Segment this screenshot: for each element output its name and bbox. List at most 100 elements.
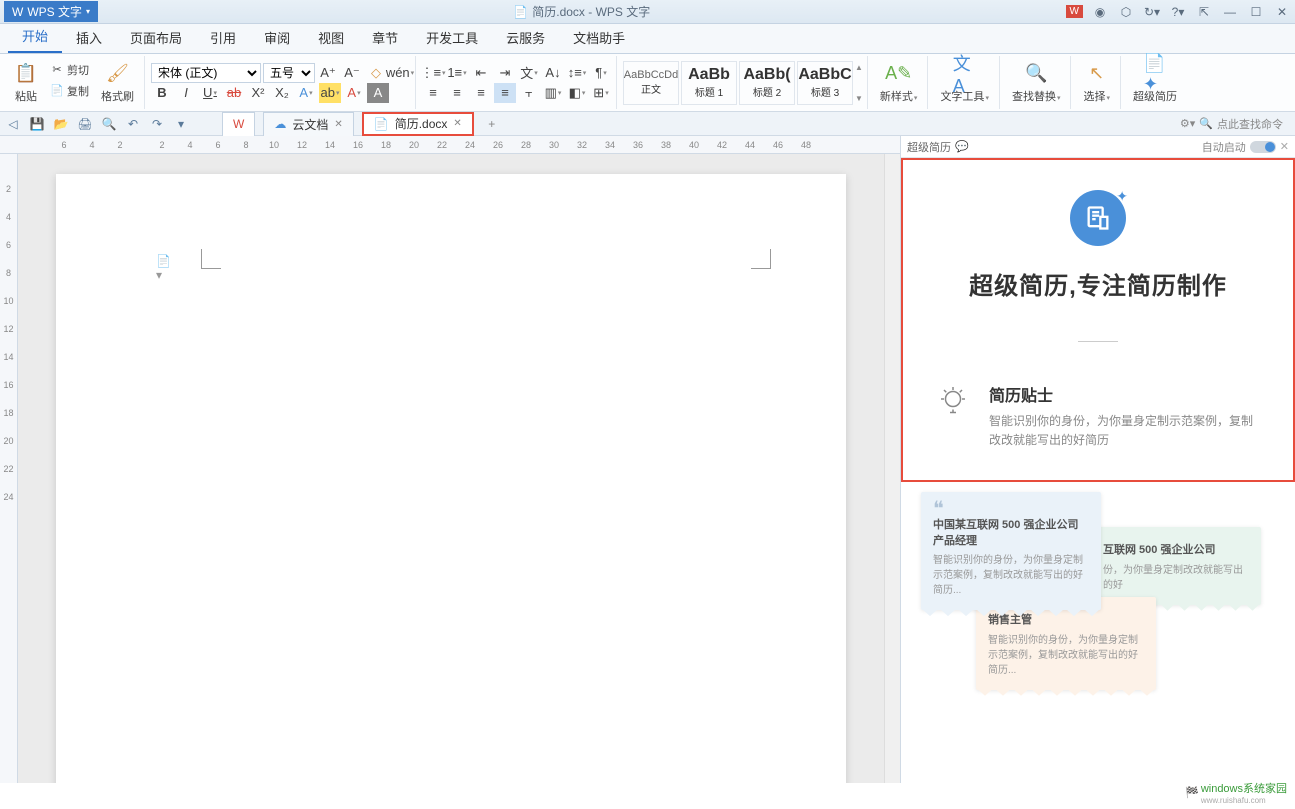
globe-icon[interactable]: ◉ [1091, 3, 1109, 21]
auto-start-toggle[interactable]: 自动启动 ✕ [1202, 139, 1289, 155]
open-button[interactable]: 📂 [52, 115, 70, 133]
phonetic-button[interactable]: wén▾ [389, 63, 411, 83]
nav-back-button[interactable]: ◁ [4, 115, 22, 133]
font-color-button[interactable]: A▾ [343, 83, 365, 103]
command-search[interactable]: ⚙▾ 🔍 点此查找命令 [1180, 116, 1291, 132]
chat-icon[interactable]: 💬 [955, 140, 969, 153]
cloud-docs-tab[interactable]: ☁ 云文档 ✕ [263, 112, 353, 136]
redo-button[interactable]: ↷ [148, 115, 166, 133]
subscript-button[interactable]: X₂ [271, 83, 293, 103]
home-tab[interactable]: W [222, 112, 255, 136]
cut-button[interactable]: ✂剪切 [46, 60, 93, 80]
select-button[interactable]: ↖选择▾ [1077, 60, 1116, 106]
show-marks-button[interactable]: ¶▾ [590, 63, 612, 83]
borders-button[interactable]: ⊞▾ [590, 83, 612, 103]
super-resume-button[interactable]: 📄✦超级简历 [1127, 60, 1183, 106]
font-color-outline-button[interactable]: A▾ [295, 83, 317, 103]
sync-icon[interactable]: ↻▾ [1143, 3, 1161, 21]
align-right-button[interactable]: ≡ [470, 83, 492, 103]
menu-doc-assistant[interactable]: 文档助手 [559, 22, 639, 53]
print-button[interactable]: 🖨 [76, 115, 94, 133]
char-shading-button[interactable]: A [367, 83, 389, 103]
increase-font-button[interactable]: A⁺ [317, 63, 339, 83]
hex-icon[interactable]: ⬡ [1117, 3, 1135, 21]
menu-insert[interactable]: 插入 [62, 22, 116, 53]
qab-dropdown[interactable]: ▾ [172, 115, 190, 133]
vertical-ruler[interactable]: 2 4 6 8 10 12 14 16 18 20 22 24 [0, 154, 18, 783]
underline-button[interactable]: U▾ [199, 83, 221, 103]
superscript-button[interactable]: X² [247, 83, 269, 103]
strikethrough-button[interactable]: ab [223, 83, 245, 103]
document-tab[interactable]: 📄 简历.docx ✕ [362, 112, 474, 136]
menu-review[interactable]: 审阅 [250, 22, 304, 53]
line-spacing-button[interactable]: ↕≡▾ [566, 63, 588, 83]
maximize-button[interactable]: ☐ [1247, 3, 1265, 21]
close-icon[interactable]: ✕ [334, 119, 342, 130]
horizontal-ruler[interactable]: 6 4 2 2 4 6 8 10 12 14 16 18 20 22 24 26… [0, 136, 900, 154]
distribute-button[interactable]: ⫟ [518, 83, 540, 103]
sort-button[interactable]: A↓ [542, 63, 564, 83]
font-family-select[interactable]: 宋体 (正文) [151, 63, 261, 83]
restore-up-icon[interactable]: ⇱ [1195, 3, 1213, 21]
toggle-switch[interactable] [1250, 141, 1276, 153]
align-center-button[interactable]: ≡ [446, 83, 468, 103]
app-menu[interactable]: W WPS 文字 ▾ [4, 1, 98, 22]
decrease-font-button[interactable]: A⁻ [341, 63, 363, 83]
style-heading1[interactable]: AaBb标题 1 [681, 61, 737, 105]
save-button[interactable]: 💾 [28, 115, 46, 133]
help-icon[interactable]: ?▾ [1169, 3, 1187, 21]
format-painter-button[interactable]: 🖌 格式刷 [95, 60, 140, 106]
bullets-button[interactable]: ⋮≡▾ [422, 63, 444, 83]
menu-dev-tools[interactable]: 开发工具 [412, 22, 492, 53]
menu-references[interactable]: 引用 [196, 22, 250, 53]
numbering-button[interactable]: 1≡▾ [446, 63, 468, 83]
paste-button[interactable]: 📋 粘贴 [8, 60, 44, 106]
close-button[interactable]: ✕ [1273, 3, 1291, 21]
sidebar-promo-panel: 超级简历,专注简历制作 简历贴士 智能识别你的身份，为你量身定制示范案例，复制改… [901, 158, 1295, 482]
font-size-select[interactable]: 五号 [263, 63, 315, 83]
notification-badge[interactable]: W [1066, 5, 1083, 18]
sidebar-title-text: 超级简历 [907, 139, 951, 155]
increase-indent-button[interactable]: ⇥ [494, 63, 516, 83]
page-canvas[interactable]: 📄▾ [18, 154, 884, 783]
new-style-button[interactable]: A✎新样式▾ [874, 60, 924, 106]
font-group: 宋体 (正文) 五号 A⁺ A⁻ ◇ wén▾ B I U▾ ab X² X₂ … [147, 56, 416, 109]
styles-group: AaBbCcDd正文 AaBb标题 1 AaBb(标题 2 AaBbC标题 3 … [619, 56, 868, 109]
example-card[interactable]: 互联网 500 强企业公司 份，为你量身定制改改就能写出的好 [1091, 527, 1261, 604]
ruler-tick: 16 [344, 140, 372, 150]
decrease-indent-button[interactable]: ⇤ [470, 63, 492, 83]
style-heading2[interactable]: AaBb(标题 2 [739, 61, 795, 105]
bold-button[interactable]: B [151, 83, 173, 103]
document-page[interactable]: 📄▾ [56, 174, 846, 783]
new-tab-button[interactable]: + [482, 114, 502, 134]
menu-cloud[interactable]: 云服务 [492, 22, 559, 53]
minimize-button[interactable]: — [1221, 3, 1239, 21]
shading-button[interactable]: ◧▾ [566, 83, 588, 103]
text-direction-button[interactable]: 文▾ [518, 63, 540, 83]
page-options-icon[interactable]: 📄▾ [156, 254, 170, 268]
ruler-tick: 34 [596, 140, 624, 150]
align-left-button[interactable]: ≡ [422, 83, 444, 103]
justify-button[interactable]: ≡ [494, 83, 516, 103]
example-card[interactable]: ❝ 中国某互联网 500 强企业公司 产品经理 智能识别你的身份，为你量身定制示… [921, 492, 1101, 610]
style-scroll[interactable]: ▲▼ [855, 61, 863, 105]
menu-view[interactable]: 视图 [304, 22, 358, 53]
style-body[interactable]: AaBbCcDd正文 [623, 61, 679, 105]
columns-button[interactable]: ▥▾ [542, 83, 564, 103]
highlight-button[interactable]: ab▾ [319, 83, 341, 103]
clear-format-button[interactable]: ◇ [365, 63, 387, 83]
print-preview-button[interactable]: 🔍 [100, 115, 118, 133]
close-sidebar-button[interactable]: ✕ [1280, 140, 1289, 153]
vertical-scrollbar[interactable] [884, 154, 900, 783]
menu-page-layout[interactable]: 页面布局 [116, 22, 196, 53]
menu-start[interactable]: 开始 [8, 20, 62, 53]
italic-button[interactable]: I [175, 83, 197, 103]
style-heading3[interactable]: AaBbC标题 3 [797, 61, 853, 105]
text-tools-button[interactable]: 文A文字工具▾ [934, 60, 995, 106]
undo-button[interactable]: ↶ [124, 115, 142, 133]
find-replace-button[interactable]: 🔍查找替换▾ [1006, 60, 1067, 106]
menu-section[interactable]: 章节 [358, 22, 412, 53]
super-resume-sidebar: 超级简历 💬 自动启动 ✕ 超级简历,专注简历制作 简历贴士 智能识 [900, 136, 1295, 783]
copy-button[interactable]: 📄复制 [46, 81, 93, 101]
close-icon[interactable]: ✕ [453, 118, 461, 129]
